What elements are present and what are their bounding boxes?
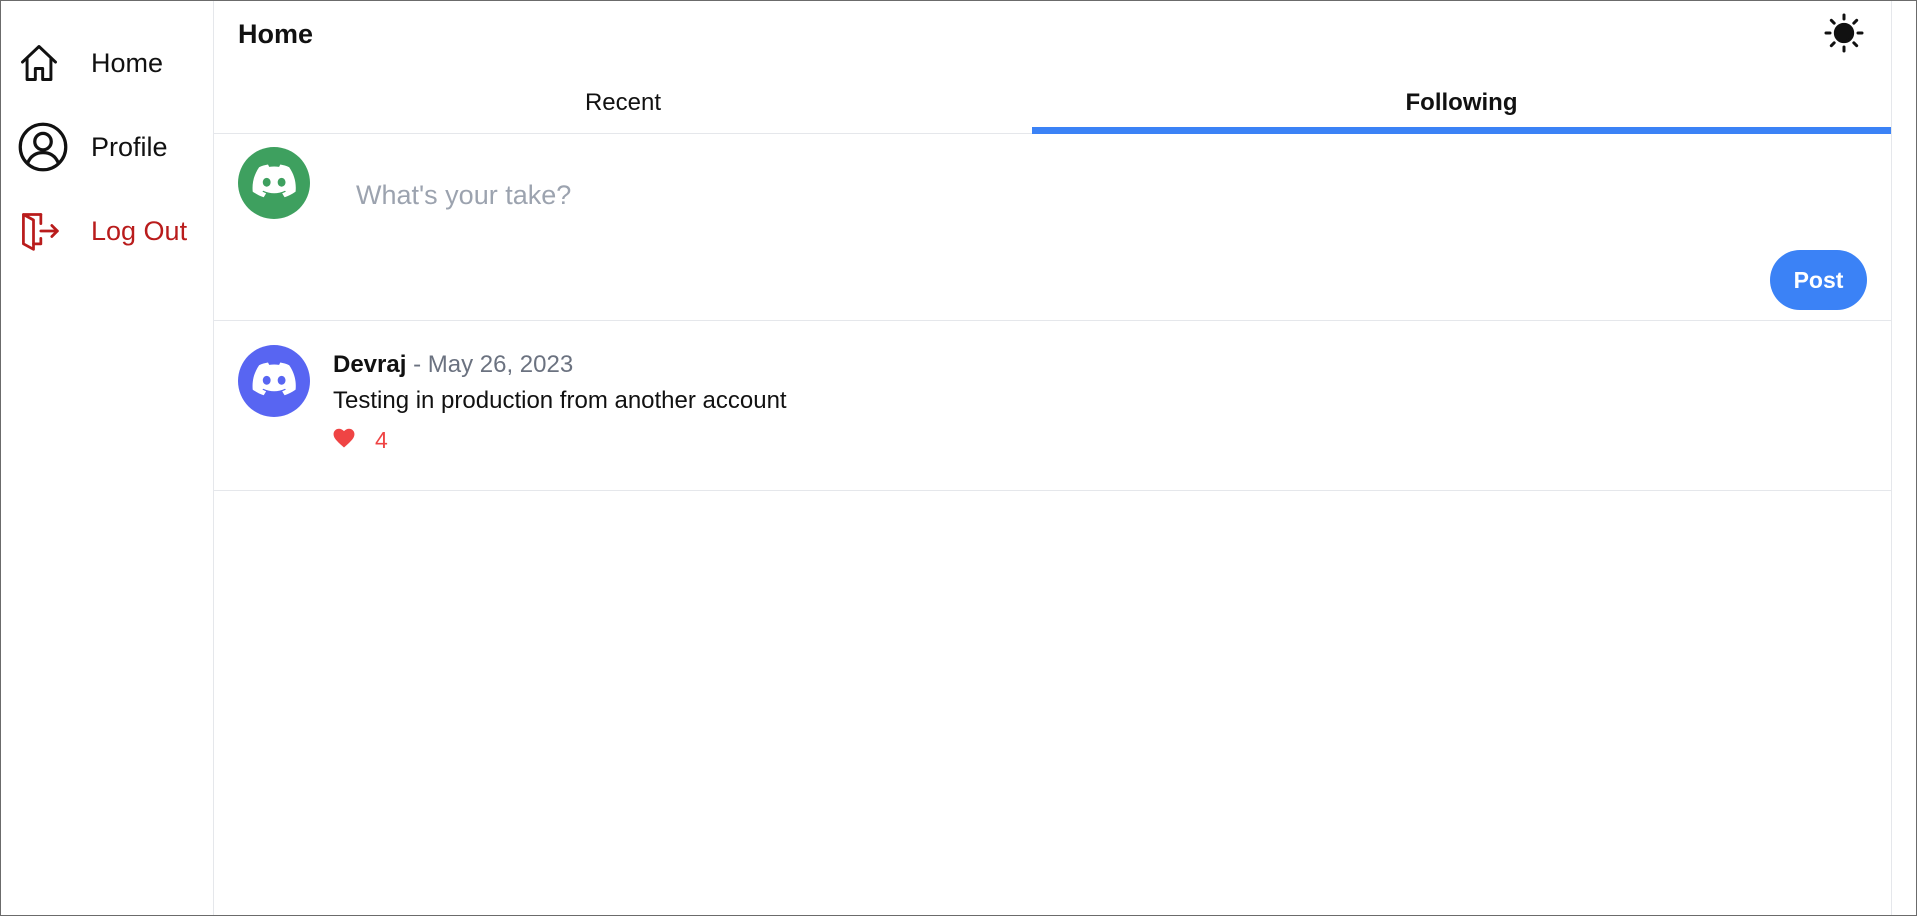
sidebar-item-label: Log Out [91, 215, 188, 246]
discord-icon [252, 362, 296, 401]
sidebar-item-logout[interactable]: Log Out [17, 205, 187, 257]
heart-icon [333, 428, 355, 453]
like-count: 4 [375, 427, 388, 453]
discord-icon [252, 164, 296, 203]
app-window: Home Profile Log Out Home Recent Followi… [0, 0, 1917, 916]
post-body: Testing in production from another accou… [333, 387, 787, 414]
sun-icon [1824, 13, 1864, 58]
user-circle-icon [17, 121, 71, 173]
feed-tabs: Recent Following [214, 73, 1891, 134]
post-author[interactable]: Devraj [333, 351, 406, 378]
post-composer: Post [214, 134, 1891, 321]
feed-post: Devraj - May 26, 2023 Testing in product… [214, 321, 1891, 491]
logout-icon [17, 205, 71, 257]
sidebar-item-profile[interactable]: Profile [17, 121, 168, 173]
home-icon [17, 37, 71, 89]
theme-toggle-button[interactable] [1823, 13, 1865, 58]
tab-following[interactable]: Following [1032, 73, 1891, 133]
avatar [238, 147, 310, 219]
like-button[interactable]: 4 [333, 427, 388, 454]
post-text-input[interactable] [354, 164, 1758, 226]
sidebar-item-label: Profile [91, 131, 168, 162]
sidebar-item-label: Home [91, 47, 164, 78]
avatar[interactable] [238, 345, 310, 417]
post-header: Devraj - May 26, 2023 [333, 351, 573, 379]
page-title: Home [238, 19, 314, 49]
post-date: May 26, 2023 [427, 351, 574, 378]
sidebar-item-home[interactable]: Home [17, 37, 163, 89]
post-button[interactable]: Post [1770, 250, 1867, 310]
main-feed: Home Recent Following What's your take? … [214, 1, 1892, 915]
tab-recent[interactable]: Recent [214, 73, 1032, 133]
post-separator: - [413, 351, 422, 378]
active-tab-indicator [1032, 127, 1891, 134]
sidebar: Home Profile Log Out [1, 1, 214, 915]
